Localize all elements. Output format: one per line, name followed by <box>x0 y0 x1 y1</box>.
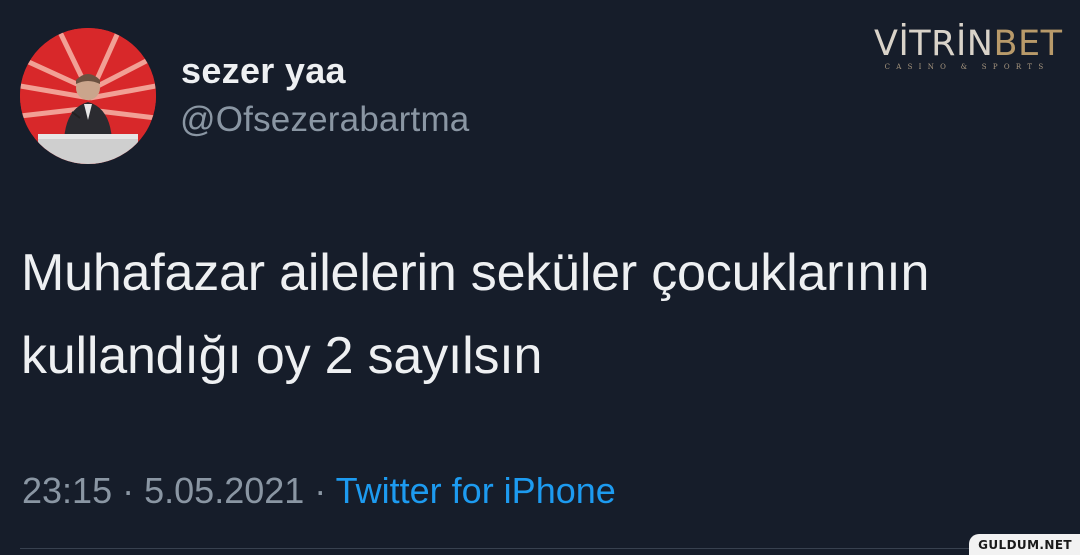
avatar-photo-icon <box>20 28 156 164</box>
divider <box>20 548 1080 549</box>
tweet-screenshot: sezer yaa @Ofsezerabartma VİTRİNBET CASI… <box>0 0 1080 555</box>
meta-separator: · <box>314 470 327 511</box>
brand-tagline: CASINO & SPORTS <box>884 63 1050 71</box>
tweet-time[interactable]: 23:15 <box>22 470 112 511</box>
author-display-name[interactable]: sezer yaa <box>181 50 346 92</box>
tweet-metadata: 23:15 · 5.05.2021 · Twitter for iPhone <box>22 470 616 512</box>
brand-name: VİTRİNBET <box>874 24 1063 64</box>
tweet-date[interactable]: 5.05.2021 <box>144 470 304 511</box>
author-handle[interactable]: @Ofsezerabartma <box>180 100 469 140</box>
tweet-text: Muhafazar ailelerin seküler çocuklarının… <box>21 232 1071 398</box>
tweet-source-link[interactable]: Twitter for iPhone <box>336 470 616 511</box>
author-avatar[interactable] <box>20 28 156 164</box>
tweet-text-line: Muhafazar ailelerin seküler çocuklarının <box>21 244 930 302</box>
meta-separator: · <box>122 470 135 511</box>
watermark: GULDUM.NET <box>969 534 1080 555</box>
tweet-text-line: kullandığı oy 2 sayılsın <box>21 327 543 385</box>
brand-logo: VİTRİNBET CASINO & SPORTS <box>874 24 1063 71</box>
